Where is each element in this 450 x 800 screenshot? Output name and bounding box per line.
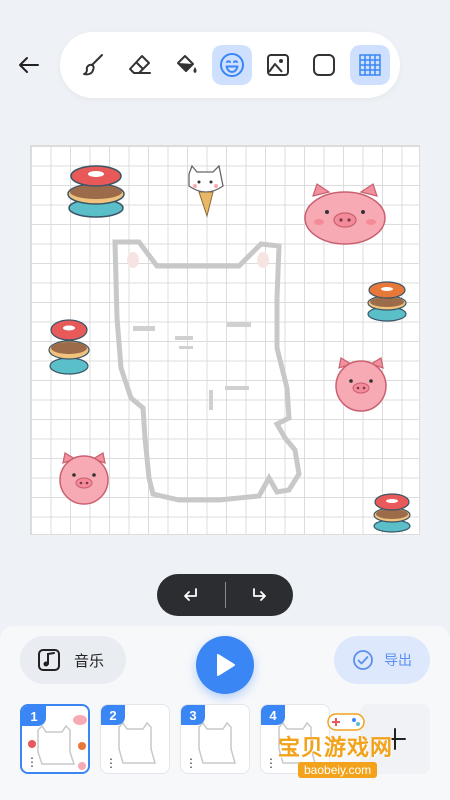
play-icon (217, 654, 235, 676)
undo-redo-bar (157, 574, 293, 616)
image-icon (267, 54, 289, 76)
more-options-icon[interactable]: ⋮ (26, 756, 38, 768)
tool-bar (60, 32, 400, 98)
redo-button[interactable] (226, 574, 294, 616)
fill-tool-button[interactable] (166, 45, 206, 85)
check-circle-icon (353, 650, 373, 670)
fill-bucket-icon (177, 55, 197, 73)
image-tool-button[interactable] (258, 45, 298, 85)
donut-stack-sticker (48, 319, 90, 375)
watermark: 宝贝游戏网 baobeiy.com (278, 713, 418, 782)
gamepad-icon (327, 713, 365, 731)
arrow-left-icon (19, 57, 39, 73)
more-options-icon[interactable]: ⋮ (105, 757, 117, 769)
redo-icon (253, 588, 267, 601)
frame-number: 4 (261, 705, 285, 725)
eraser-tool-button[interactable] (120, 45, 160, 85)
export-label: 导出 (384, 652, 412, 668)
drawing-canvas[interactable] (30, 145, 420, 535)
brush-tool-button[interactable] (74, 45, 114, 85)
frame-number: 1 (22, 706, 46, 726)
cat-icecream-sticker (188, 164, 224, 218)
frame-thumbnail-2[interactable]: 2 ⋮ (100, 704, 170, 774)
undo-icon (183, 588, 197, 601)
undo-button[interactable] (157, 574, 225, 616)
frame-number: 3 (181, 705, 205, 725)
grid-icon (359, 54, 381, 76)
cat-pixel-drawing (112, 239, 302, 503)
frame-thumbnail-1[interactable]: 1 ⋮ (20, 704, 90, 774)
grid-toggle-button[interactable] (350, 45, 390, 85)
sticker-tool-button[interactable] (212, 45, 252, 85)
music-label: 音乐 (74, 652, 105, 670)
more-options-icon[interactable]: ⋮ (265, 757, 277, 769)
export-button[interactable]: 导出 (334, 636, 430, 684)
pig-sticker (335, 357, 387, 412)
donut-stack-sticker (373, 493, 411, 533)
shape-tool-button[interactable] (304, 45, 344, 85)
watermark-url: baobeiy.com (298, 762, 378, 778)
pig-sticker (304, 183, 386, 245)
donut-stack-sticker (367, 281, 407, 322)
music-button[interactable]: 音乐 (20, 636, 126, 684)
pig-sticker (59, 452, 109, 505)
shape-square-icon (313, 54, 335, 76)
eraser-icon (129, 55, 151, 74)
music-note-icon (38, 649, 60, 671)
watermark-text: 宝贝游戏网 (278, 735, 394, 760)
frame-thumbnail-3[interactable]: 3 ⋮ (180, 704, 250, 774)
play-button[interactable] (196, 636, 254, 694)
donut-stack-sticker (67, 165, 125, 218)
brush-icon (83, 54, 103, 76)
sticker-smiley-icon (220, 53, 244, 77)
more-options-icon[interactable]: ⋮ (185, 757, 197, 769)
frame-number: 2 (101, 705, 125, 725)
back-button[interactable] (12, 48, 46, 82)
